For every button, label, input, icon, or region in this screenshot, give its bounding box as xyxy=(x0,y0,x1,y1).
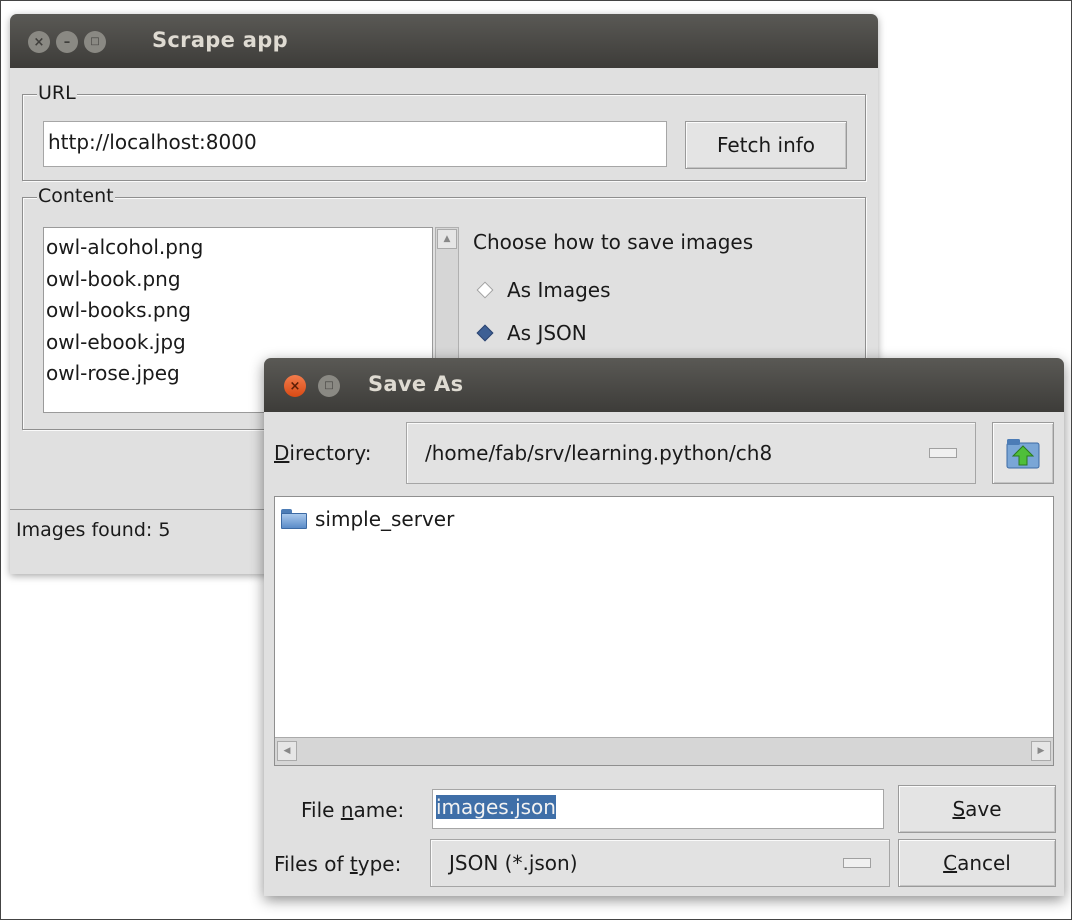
url-group-label: URL xyxy=(37,82,77,104)
url-input[interactable]: http://localhost:8000 xyxy=(43,121,667,167)
folder-icon xyxy=(281,509,307,529)
scrape-titlebar: × – □ Scrape app xyxy=(10,14,878,68)
file-item[interactable]: simple_server xyxy=(281,507,454,531)
content-group-label: Content xyxy=(37,185,115,207)
radio-as-json[interactable]: As JSON xyxy=(475,321,587,345)
file-type-combo[interactable]: JSON (*.json) xyxy=(430,839,890,887)
radio-label: As Images xyxy=(507,278,611,302)
save-as-dialog: × □ Save As Directory: /home/fab/srv/lea… xyxy=(264,358,1064,896)
dropdown-handle-icon[interactable] xyxy=(843,858,871,868)
folder-up-icon xyxy=(1006,439,1040,469)
file-list[interactable]: simple_server ◀ ▶ xyxy=(274,496,1054,766)
radio-unchecked-icon[interactable] xyxy=(476,281,494,299)
file-name-input[interactable]: images.json xyxy=(432,789,884,829)
parent-directory-button[interactable] xyxy=(992,422,1054,484)
file-name-label: File name: xyxy=(301,798,405,822)
directory-combo[interactable]: /home/fab/srv/learning.python/ch8 xyxy=(406,422,976,484)
radio-label: As JSON xyxy=(507,321,587,345)
maximize-icon[interactable]: □ xyxy=(84,31,106,53)
fetch-info-button[interactable]: Fetch info xyxy=(685,121,847,169)
scroll-up-arrow-icon[interactable]: ▲ xyxy=(437,229,457,249)
list-item[interactable]: owl-ebook.jpg xyxy=(46,327,430,359)
save-mode-heading: Choose how to save images xyxy=(473,230,754,254)
radio-checked-icon[interactable] xyxy=(476,324,494,342)
window-title: Scrape app xyxy=(152,28,288,52)
list-item[interactable]: owl-alcohol.png xyxy=(46,232,430,264)
horizontal-scrollbar[interactable]: ◀ ▶ xyxy=(275,737,1053,765)
dialog-title: Save As xyxy=(368,372,464,396)
directory-label: Directory: xyxy=(274,441,372,465)
file-type-value: JSON (*.json) xyxy=(449,851,578,875)
cancel-button[interactable]: Cancel xyxy=(898,839,1056,887)
file-type-label: Files of type: xyxy=(274,852,402,876)
file-name-value: images.json xyxy=(436,795,556,819)
save-button[interactable]: Save xyxy=(898,785,1056,833)
dropdown-handle-icon[interactable] xyxy=(929,448,957,458)
scroll-left-arrow-icon[interactable]: ◀ xyxy=(277,741,297,761)
maximize-icon[interactable]: □ xyxy=(318,375,340,397)
url-group: URL http://localhost:8000 Fetch info xyxy=(22,82,866,181)
file-item-label: simple_server xyxy=(315,507,455,531)
list-item[interactable]: owl-books.png xyxy=(46,295,430,327)
list-item[interactable]: owl-book.png xyxy=(46,264,430,296)
radio-as-images[interactable]: As Images xyxy=(475,278,611,302)
close-icon[interactable]: × xyxy=(284,375,306,397)
scroll-right-arrow-icon[interactable]: ▶ xyxy=(1031,741,1051,761)
directory-value: /home/fab/srv/learning.python/ch8 xyxy=(425,441,773,465)
minimize-icon[interactable]: – xyxy=(56,31,78,53)
close-icon[interactable]: × xyxy=(28,31,50,53)
save-as-titlebar: × □ Save As xyxy=(264,358,1064,412)
